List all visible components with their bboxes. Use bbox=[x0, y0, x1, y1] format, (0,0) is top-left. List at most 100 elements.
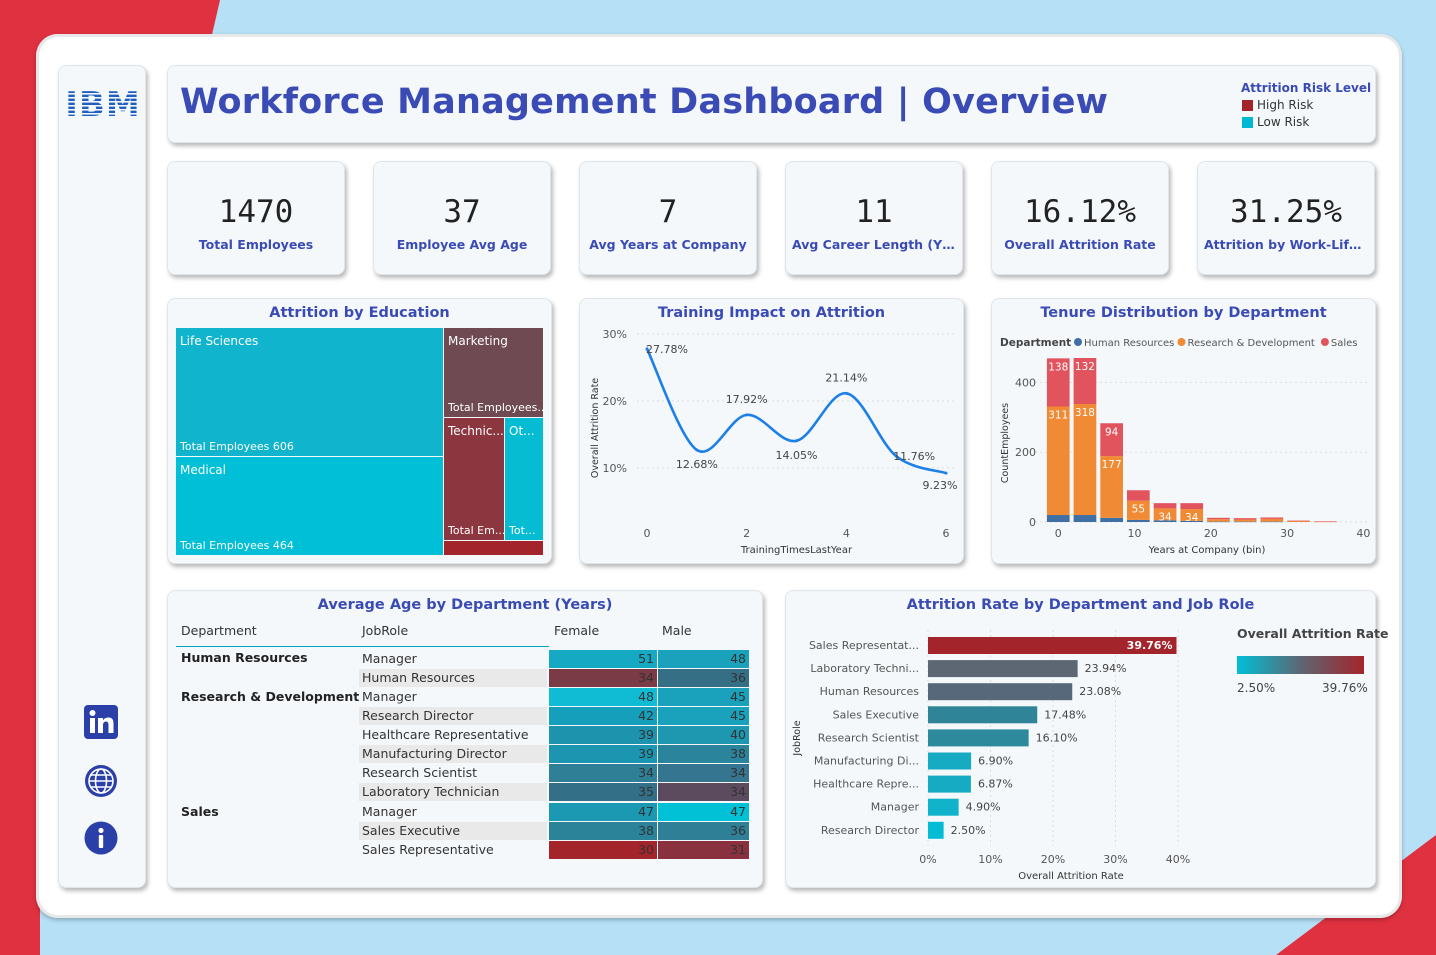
table-cell-female[interactable]: 30 bbox=[549, 841, 657, 859]
table-cell-jobrole[interactable]: Sales Executive bbox=[359, 822, 547, 840]
tenure-bar-segment bbox=[1153, 503, 1177, 509]
table-header-divider bbox=[176, 646, 549, 647]
column-header-jobrole[interactable]: JobRole bbox=[362, 623, 408, 638]
x-tick-label: 0 bbox=[644, 527, 651, 540]
bar-data-label: 23.94% bbox=[1085, 662, 1127, 675]
treemap-cell-life-sciences[interactable]: Life Sciences Total Employees 606 bbox=[176, 328, 443, 456]
x-tick-label: 40 bbox=[1356, 527, 1370, 540]
kpi-career-length[interactable]: 11 Avg Career Length (Yrs.) bbox=[785, 161, 963, 275]
table-cell-male[interactable]: 40 bbox=[658, 726, 749, 744]
table-cell-male[interactable]: 38 bbox=[658, 745, 749, 763]
column-header-male[interactable]: Male bbox=[662, 623, 692, 638]
table-cell-jobrole[interactable]: Manager bbox=[359, 688, 547, 706]
category-label: Laboratory Techni... bbox=[810, 662, 919, 675]
table-cell-male[interactable]: 34 bbox=[658, 783, 749, 801]
data-label: 17.92% bbox=[726, 393, 768, 406]
category-label: Human Resources bbox=[820, 685, 920, 698]
gradient-legend-max: 39.76% bbox=[1322, 681, 1368, 695]
table-cell-jobrole[interactable]: Healthcare Representative bbox=[359, 726, 547, 744]
treemap-cell-small[interactable] bbox=[444, 541, 543, 555]
attrition-bar bbox=[928, 729, 1029, 747]
kpi-value: 11 bbox=[855, 194, 893, 230]
linkedin-icon[interactable] bbox=[84, 705, 118, 739]
table-cell-female[interactable]: 48 bbox=[549, 688, 657, 706]
risk-legend-title: Attrition Risk Level bbox=[1241, 81, 1372, 95]
attrition-bar bbox=[928, 798, 959, 816]
table-cell-male[interactable]: 47 bbox=[658, 803, 749, 821]
x-axis-title: TrainingTimesLastYear bbox=[740, 545, 853, 556]
tenure-bar-chart[interactable]: Department Human Resources Research & Deve… bbox=[991, 298, 1376, 564]
table-cell-jobrole[interactable]: Sales Representative bbox=[359, 841, 547, 859]
category-label: Healthcare Repre... bbox=[813, 778, 919, 791]
table-cell-male[interactable]: 31 bbox=[658, 841, 749, 859]
kpi-value: 16.12% bbox=[1024, 194, 1136, 230]
column-header-female[interactable]: Female bbox=[554, 623, 599, 638]
table-cell-jobrole[interactable]: Manufacturing Director bbox=[359, 745, 547, 763]
data-label: 9.23% bbox=[923, 479, 958, 492]
tenure-bar-segment bbox=[1233, 519, 1257, 522]
treemap-cell-technical[interactable]: Technic... Total Em... bbox=[444, 418, 504, 540]
bar-data-label: 6.87% bbox=[978, 778, 1013, 791]
table-cell-male[interactable]: 36 bbox=[658, 822, 749, 840]
treemap-cell-medical[interactable]: Medical Total Employees 464 bbox=[176, 457, 443, 555]
treemap-cell-marketing[interactable]: Marketing Total Employees... bbox=[444, 328, 543, 417]
kpi-label: Attrition by Work-Life Bal... bbox=[1204, 237, 1374, 252]
table-cell-jobrole[interactable]: Manager bbox=[359, 803, 547, 821]
table-cell-female[interactable]: 34 bbox=[549, 669, 657, 687]
table-cell-female[interactable]: 51 bbox=[549, 650, 657, 668]
table-cell-jobrole[interactable]: Manager bbox=[359, 650, 547, 668]
table-cell-female[interactable]: 39 bbox=[549, 745, 657, 763]
table-cell-male[interactable]: 45 bbox=[658, 707, 749, 725]
legend-label: Low Risk bbox=[1257, 115, 1310, 129]
y-axis-title: CountEmployees bbox=[1000, 403, 1011, 483]
table-cell-female[interactable]: 34 bbox=[549, 764, 657, 782]
attrition-bar bbox=[928, 683, 1073, 701]
table-cell-jobrole[interactable]: Research Scientist bbox=[359, 764, 547, 782]
table-cell-jobrole[interactable]: Human Resources bbox=[359, 669, 547, 687]
kpi-value: 31.25% bbox=[1230, 194, 1342, 230]
y-tick-label: 0 bbox=[1029, 516, 1036, 529]
attrition-role-bar-chart[interactable]: 0% 10% 20% 30% 40% Overall Attrition Rate JobR… bbox=[785, 590, 1225, 888]
table-cell-female[interactable]: 38 bbox=[549, 822, 657, 840]
x-tick-label: 0% bbox=[919, 853, 936, 866]
kpi-attrition-rate[interactable]: 16.12% Overall Attrition Rate bbox=[991, 161, 1169, 275]
globe-icon[interactable] bbox=[84, 764, 118, 798]
table-cell-female[interactable]: 42 bbox=[549, 707, 657, 725]
ibm-logo[interactable]: IBM bbox=[62, 84, 144, 124]
treemap-sublabel: Tot... bbox=[509, 524, 536, 537]
legend-label: Sales bbox=[1331, 338, 1358, 349]
table-cell-male[interactable]: 45 bbox=[658, 688, 749, 706]
table-cell-male[interactable]: 48 bbox=[658, 650, 749, 668]
table-cell-female[interactable]: 35 bbox=[549, 783, 657, 801]
bar-data-label: 23.08% bbox=[1079, 685, 1121, 698]
y-tick-label: 20% bbox=[603, 395, 627, 408]
info-icon[interactable] bbox=[84, 821, 118, 855]
treemap-cell-other[interactable]: Ot... Tot... bbox=[505, 418, 543, 540]
table-cell-female[interactable]: 39 bbox=[549, 726, 657, 744]
data-point bbox=[745, 413, 749, 417]
y-axis-title: Overall Attrition Rate bbox=[590, 378, 601, 478]
table-cell-male[interactable]: 36 bbox=[658, 669, 749, 687]
training-line-chart[interactable]: 10% 20% 30% 0 2 4 6 TrainingTimesLastYear Overal… bbox=[579, 298, 964, 564]
kpi-total-employees[interactable]: 1470 Total Employees bbox=[167, 161, 345, 275]
bar-data-label: 94 bbox=[1105, 426, 1119, 438]
tenure-bar-segment bbox=[1260, 518, 1284, 522]
legend-marker bbox=[1074, 338, 1082, 346]
table-cell-female[interactable]: 47 bbox=[549, 803, 657, 821]
table-cell-male[interactable]: 34 bbox=[658, 764, 749, 782]
table-cell-jobrole[interactable]: Laboratory Technician bbox=[359, 783, 547, 801]
tenure-bar-segment bbox=[1100, 517, 1123, 522]
data-point bbox=[844, 391, 848, 395]
category-label: Sales Representat... bbox=[809, 639, 919, 652]
table-cell-jobrole[interactable]: Research Director bbox=[359, 707, 547, 725]
kpi-avg-age[interactable]: 37 Employee Avg Age bbox=[373, 161, 551, 275]
kpi-avg-years[interactable]: 7 Avg Years at Company bbox=[579, 161, 757, 275]
tenure-bar-segment bbox=[1207, 521, 1230, 523]
category-label: Manufacturing Di... bbox=[814, 755, 919, 768]
kpi-worklife-attrition[interactable]: 31.25% Attrition by Work-Life Bal... bbox=[1197, 161, 1375, 275]
gradient-legend-min: 2.50% bbox=[1237, 681, 1276, 695]
column-header-department[interactable]: Department bbox=[181, 623, 257, 638]
treemap-sublabel: Total Employees... bbox=[448, 401, 543, 414]
tenure-bar-segment bbox=[1127, 490, 1150, 501]
dept-research-development: Research & Development bbox=[181, 689, 360, 704]
